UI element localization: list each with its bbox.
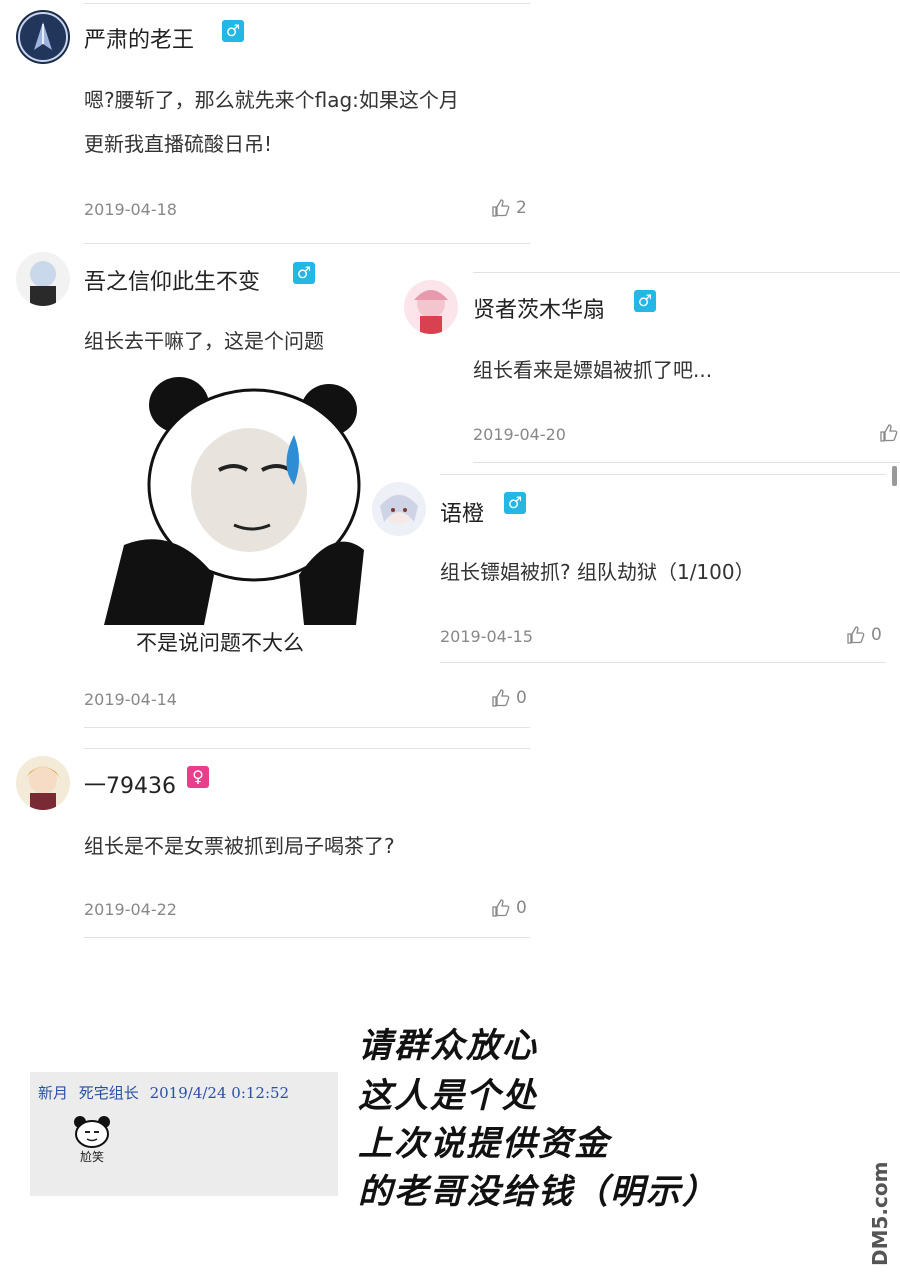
comment-date: 2019-04-14 [84,690,177,709]
like-button[interactable]: 2 [490,198,527,218]
caption-line: 上次说提供资金 [358,1124,610,1164]
comment-text-line: 组长看来是嫖娼被抓了吧... [473,358,713,382]
caption-line: 的老哥没给钱（明示） [358,1172,718,1212]
site-watermark: DM5.com [868,1161,892,1266]
caption-line: 请群众放心 [358,1026,538,1066]
female-gender-icon: ♀ [187,766,209,788]
comment-text-line: 组长是不是女票被抓到局子喝茶了? [84,834,395,858]
avatar[interactable] [404,280,458,334]
male-gender-icon: ♂ [293,262,315,284]
like-button[interactable] [878,423,900,443]
username[interactable]: 吾之信仰此生不变 [84,264,260,296]
anime-avatar-icon [26,766,60,810]
like-count: 2 [516,198,527,218]
thumbs-up-icon [492,199,510,217]
comment-date: 2019-04-22 [84,900,177,919]
thumbs-up-icon [880,424,898,442]
male-gender-icon: ♂ [504,492,526,514]
comment-text-line: 嗯?腰斩了，那么就先来个flag:如果这个月 [84,88,459,112]
meme-caption: 不是说问题不大么 [136,631,304,655]
avatar[interactable] [16,10,70,64]
anime-avatar-icon [380,494,418,524]
username[interactable]: 贤者茨木华扇 [473,292,605,324]
avatar[interactable] [16,252,70,306]
divider [473,272,900,273]
divider [440,474,886,475]
anime-avatar-icon [30,261,56,306]
avatar[interactable] [16,756,70,810]
wings-emblem-icon [18,12,68,62]
divider [84,3,530,4]
sticker-caption: 尬笑 [80,1150,105,1164]
panda-meme-image[interactable]: 不是说问题不大么 [84,375,366,665]
panda-sticker-icon [74,1116,110,1148]
username[interactable]: 严肃的老王 [84,22,194,54]
panda-meme-drawing [104,377,364,625]
male-gender-icon: ♂ [634,290,656,312]
comment-date: 2019-04-15 [440,627,533,646]
username[interactable]: 一79436 [84,768,176,800]
divider [84,937,530,938]
like-button[interactable]: 0 [490,688,527,708]
chat-group-name: 新月 [38,1084,69,1102]
divider [84,748,530,749]
like-count: 0 [516,688,527,708]
comment-date: 2019-04-20 [473,425,566,444]
divider [473,462,900,463]
thumbs-up-icon [492,689,510,707]
thumbs-up-icon [492,899,510,917]
anime-avatar-icon [414,290,448,334]
like-button[interactable]: 0 [845,625,882,645]
avatar[interactable] [372,482,426,536]
comment-text-line: 更新我直播硫酸日吊! [84,132,273,156]
divider [84,727,530,728]
like-count: 0 [871,625,882,645]
chat-message-panel: 新月 死宅组长 2019/4/24 0:12:52 尬笑 [30,1072,338,1196]
comment-date: 2019-04-18 [84,200,177,219]
like-count: 0 [516,898,527,918]
sticker-image: 尬笑 [72,1116,112,1164]
divider [440,662,886,663]
thumbs-up-icon [847,626,865,644]
caption-line: 这人是个处 [358,1076,538,1116]
username[interactable]: 语橙 [440,496,484,528]
chat-user-name: 死宅组长 [78,1084,139,1102]
scrollbar[interactable] [892,466,897,486]
comment-text-line: 组长去干嘛了，这是个问题 [84,329,324,353]
divider [84,243,530,244]
chat-timestamp: 2019/4/24 0:12:52 [149,1084,290,1102]
comment-text-line: 组长镖娼被抓? 组队劫狱（1/100） [440,560,755,584]
male-gender-icon: ♂ [222,20,244,42]
chat-header: 新月 死宅组长 2019/4/24 0:12:52 [38,1082,289,1103]
like-button[interactable]: 0 [490,898,527,918]
